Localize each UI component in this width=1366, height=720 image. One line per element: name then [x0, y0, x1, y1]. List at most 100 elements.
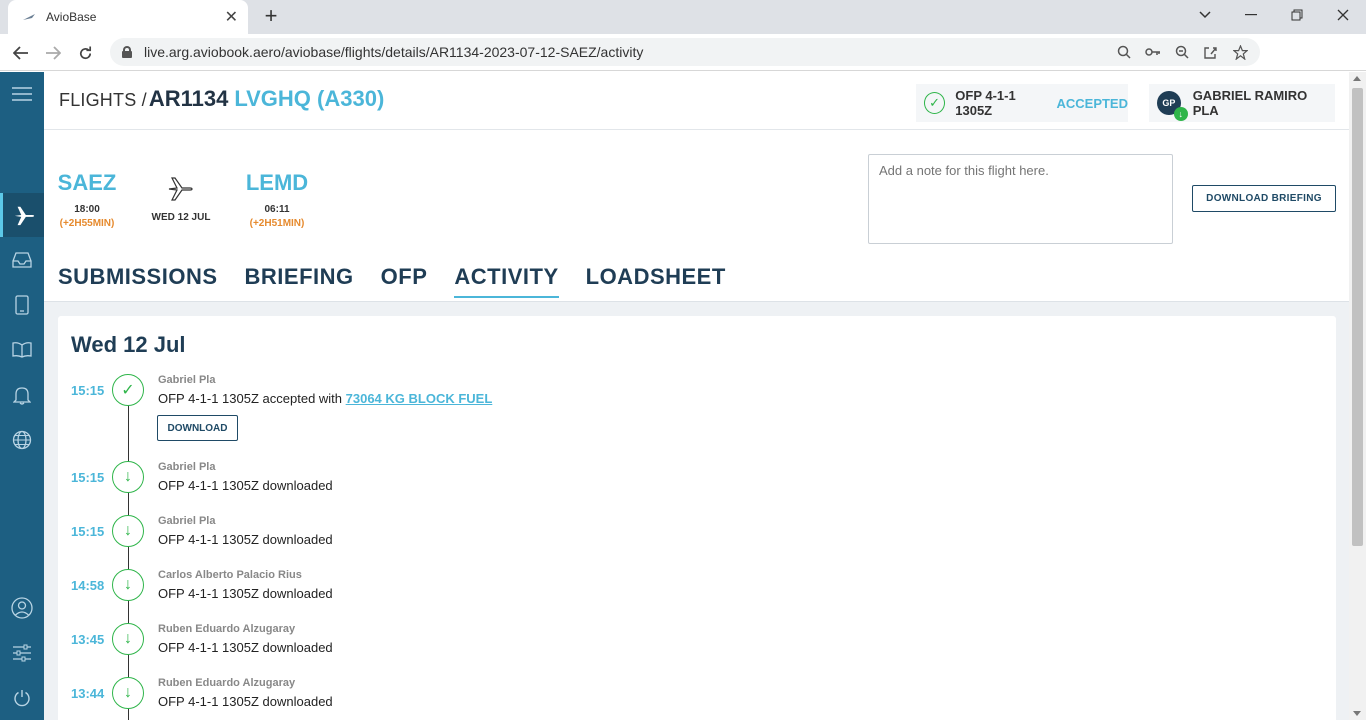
entry-user: Ruben Eduardo Alzugaray [158, 677, 296, 689]
entry-user: Carlos Alberto Palacio Rius [158, 569, 302, 581]
ofp-status: ACCEPTED [1056, 95, 1128, 111]
sidebar-item-tablet[interactable] [0, 283, 44, 327]
scroll-up-icon[interactable] [1353, 76, 1361, 81]
sidebar-item-logout[interactable] [0, 676, 44, 720]
sidebar-item-profile[interactable] [0, 586, 44, 630]
restore-icon[interactable] [1274, 0, 1320, 30]
entry-user: Ruben Eduardo Alzugaray [158, 623, 296, 635]
download-icon: ↓ [112, 515, 144, 547]
globe-icon [12, 430, 32, 450]
sidebar-item-globe[interactable] [0, 418, 44, 462]
tab-search-icon[interactable] [1182, 0, 1228, 30]
check-icon: ✓ [112, 374, 144, 406]
entry-message-text: OFP 4-1-1 1305Z accepted with [158, 391, 346, 406]
download-icon: ↓ [112, 623, 144, 655]
airplane-icon [14, 206, 34, 226]
book-icon [12, 342, 32, 358]
sidebar-item-notifications[interactable] [0, 373, 44, 417]
tab-submissions[interactable]: SUBMISSIONS [58, 264, 218, 298]
download-icon: ↓ [112, 461, 144, 493]
breadcrumb: FLIGHTS / AR1134 LVGHQ (A330) [59, 86, 384, 112]
search-icon[interactable] [1117, 45, 1131, 59]
flight-tabs: SUBMISSIONS BRIEFING OFP ACTIVITY LOADSH… [58, 264, 726, 298]
avatar-initials: GP [1162, 98, 1176, 108]
origin-code: SAEZ [57, 170, 117, 195]
back-icon[interactable] [8, 40, 34, 66]
entry-user: Gabriel Pla [158, 461, 216, 473]
destination-delay: (+2H51MIN) [249, 218, 305, 229]
entry-message: OFP 4-1-1 1305Z accepted with 73064 KG B… [158, 391, 492, 406]
key-icon[interactable] [1145, 46, 1161, 58]
browser-tab[interactable]: AvioBase ✕ [8, 0, 248, 34]
ofp-label: OFP 4-1-1 1305Z [955, 88, 1016, 118]
flight-note-input[interactable] [868, 154, 1173, 244]
minimize-icon[interactable] [1228, 0, 1274, 30]
bookmark-star-icon[interactable] [1233, 44, 1248, 60]
origin-delay: (+2H55MIN) [59, 218, 115, 229]
reload-icon[interactable] [72, 40, 98, 66]
entry-time: 15:15 [71, 470, 105, 485]
entry-message: OFP 4-1-1 1305Z downloaded [158, 478, 333, 493]
page-header: FLIGHTS / AR1134 LVGHQ (A330) ✓ OFP 4-1-… [44, 72, 1349, 130]
flight-date: WED 12 JUL [151, 212, 211, 223]
power-icon [14, 690, 30, 707]
airplane-route-icon [168, 177, 193, 201]
sidebar-item-flights[interactable] [0, 193, 44, 237]
tab-activity[interactable]: ACTIVITY [454, 264, 559, 298]
forward-icon[interactable] [40, 40, 66, 66]
share-icon[interactable] [1203, 45, 1219, 59]
check-circle-icon: ✓ [924, 92, 946, 114]
browser-tab-title: AvioBase [46, 10, 97, 24]
flight-info-panel: SAEZ 18:00 (+2H55MIN) WED 12 JUL LEMD 06… [44, 130, 1349, 302]
scroll-down-icon[interactable] [1353, 711, 1361, 716]
entry-time: 15:15 [71, 524, 105, 539]
entry-time: 13:45 [71, 632, 105, 647]
entry-message: OFP 4-1-1 1305Z downloaded [158, 532, 333, 547]
tab-briefing[interactable]: BRIEFING [245, 264, 354, 298]
block-fuel-link[interactable]: 73064 KG BLOCK FUEL [346, 391, 493, 406]
page-scrollbar[interactable] [1349, 72, 1366, 720]
entry-time: 14:58 [71, 578, 105, 593]
activity-card: Wed 12 Jul 15:15 ✓ Gabriel Pla OFP 4-1-1… [58, 316, 1336, 720]
url-text: live.arg.aviobook.aero/aviobase/flights/… [144, 44, 644, 60]
entry-user: Gabriel Pla [158, 374, 216, 386]
user-name: GABRIEL RAMIRO PLA [1192, 88, 1308, 118]
url-field[interactable]: live.arg.aviobook.aero/aviobase/flights/… [110, 38, 1260, 66]
activity-day-heading: Wed 12 Jul [71, 332, 186, 357]
download-badge-icon: ↓ [1173, 107, 1188, 121]
download-icon: ↓ [112, 569, 144, 601]
entry-time: 13:44 [71, 686, 105, 701]
download-briefing-button[interactable]: DOWNLOAD BRIEFING [1192, 185, 1336, 212]
aircraft-registration: LVGHQ (A330) [234, 86, 385, 111]
timeline-line [128, 392, 129, 720]
download-button[interactable]: DOWNLOAD [157, 415, 238, 441]
entry-message: OFP 4-1-1 1305Z downloaded [158, 694, 333, 709]
sidebar-item-library[interactable] [0, 328, 44, 372]
sidebar-item-settings[interactable] [0, 631, 44, 675]
address-bar: live.arg.aviobook.aero/aviobase/flights/… [0, 34, 1366, 96]
origin-time: 18:00 [74, 204, 100, 215]
entry-message: OFP 4-1-1 1305Z downloaded [158, 640, 333, 655]
entry-time: 15:15 [71, 383, 105, 398]
breadcrumb-flights-link[interactable]: FLIGHTS / [59, 90, 147, 111]
sliders-icon [13, 644, 31, 662]
aviobase-favicon-icon [22, 10, 38, 24]
sidebar-item-inbox[interactable] [0, 238, 44, 282]
zoom-icon[interactable] [1175, 45, 1189, 59]
app-main: FLIGHTS / AR1134 LVGHQ (A330) ✓ OFP 4-1-… [44, 72, 1349, 720]
flight-code: AR1134 [148, 86, 229, 111]
origin-airport: SAEZ 18:00 (+2H55MIN) [52, 170, 122, 229]
close-tab-icon[interactable]: ✕ [225, 7, 238, 27]
tab-loadsheet[interactable]: LOADSHEET [586, 264, 726, 298]
entry-user: Gabriel Pla [158, 515, 216, 527]
new-tab-icon[interactable]: + [258, 3, 284, 29]
tab-ofp[interactable]: OFP [381, 264, 428, 298]
lock-icon [122, 46, 132, 58]
close-window-icon[interactable] [1320, 0, 1366, 30]
hamburger-menu-icon[interactable] [0, 72, 44, 116]
ofp-status-badge[interactable]: ✓ OFP 4-1-1 1305Z ACCEPTED [916, 84, 1128, 122]
bell-icon [13, 387, 31, 405]
download-icon: ↓ [112, 677, 144, 709]
scrollbar-thumb[interactable] [1352, 88, 1363, 546]
user-badge[interactable]: GP ↓ GABRIEL RAMIRO PLA [1149, 84, 1335, 122]
